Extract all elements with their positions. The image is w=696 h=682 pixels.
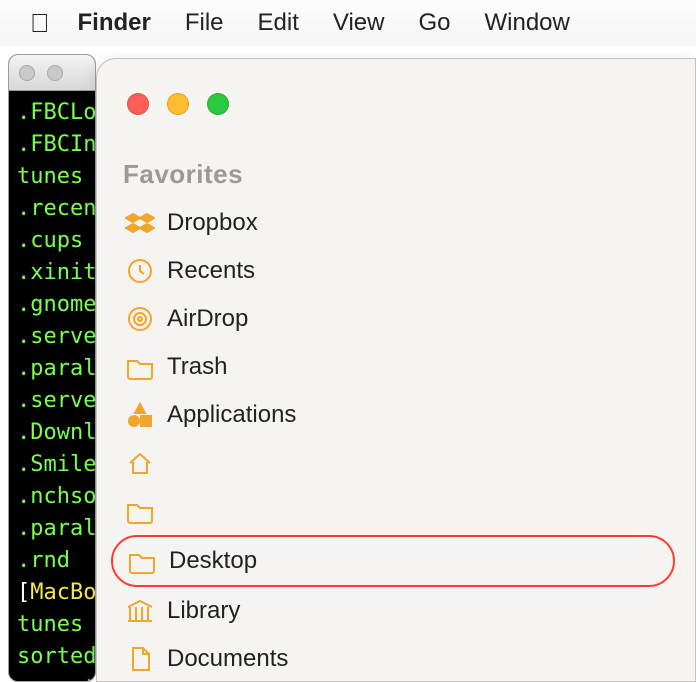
library-icon <box>123 594 157 628</box>
app-menu[interactable]: Finder <box>78 9 151 37</box>
sidebar-item-library[interactable]: Library <box>111 587 675 635</box>
sidebar-item-desktop[interactable]: Desktop <box>111 535 675 587</box>
terminal-line: sorted <box>17 641 87 673</box>
sidebar-item-label: Trash <box>167 353 227 381</box>
document-icon <box>123 642 157 676</box>
sidebar-favorites-list: Dropbox Recents AirDrop Trash Applications De… <box>111 199 675 682</box>
terminal-minimize-button[interactable] <box>47 65 63 81</box>
menu-view[interactable]: View <box>333 9 385 37</box>
terminal-line: .nchso <box>17 481 87 513</box>
terminal-line: .serve <box>17 321 87 353</box>
finder-window: Favorites Dropbox Recents AirDrop Trash Appl… <box>96 58 696 682</box>
sidebar-item-label: Dropbox <box>167 209 258 237</box>
sidebar-item-airdrop[interactable]: AirDrop <box>111 295 675 343</box>
window-zoom-button[interactable] <box>207 93 229 115</box>
terminal-line: tunes <box>17 161 87 193</box>
terminal-titlebar <box>9 55 95 91</box>
terminal-close-button[interactable] <box>19 65 35 81</box>
clock-icon <box>123 254 157 288</box>
airdrop-icon <box>123 302 157 336</box>
sidebar-item-unnamed[interactable] <box>111 439 675 487</box>
folder-icon <box>125 544 159 578</box>
window-controls <box>127 93 229 115</box>
terminal-line: .paral <box>17 513 87 545</box>
apple-menu-icon[interactable]:  <box>30 8 50 39</box>
sidebar-item-unnamed[interactable] <box>111 487 675 535</box>
sidebar-item-label: Documents <box>167 645 288 673</box>
sidebar-item-recents[interactable]: Recents <box>111 247 675 295</box>
terminal-line: .recen <box>17 193 87 225</box>
sidebar-item-documents[interactable]: Documents <box>111 635 675 682</box>
sidebar-section-favorites: Favorites <box>123 159 243 190</box>
terminal-line: .rnd <box>17 545 87 577</box>
sidebar-item-label: Library <box>167 597 240 625</box>
terminal-line: .FBCIn <box>17 129 87 161</box>
menu-go[interactable]: Go <box>418 9 450 37</box>
terminal-line: .serve <box>17 385 87 417</box>
dropbox-icon <box>123 206 157 240</box>
terminal-line: new st <box>17 673 87 682</box>
sidebar-item-trash[interactable]: Trash <box>111 343 675 391</box>
terminal-line: .Smile <box>17 449 87 481</box>
terminal-line: .cups <box>17 225 87 257</box>
menu-bar:  Finder File Edit View Go Window <box>0 0 696 46</box>
window-close-button[interactable] <box>127 93 149 115</box>
menu-edit[interactable]: Edit <box>258 9 299 37</box>
terminal-line: .FBCLo <box>17 97 87 129</box>
terminal-output: .FBCLo.FBCIntunes.recen.cups.xinit.gnome… <box>9 91 95 682</box>
terminal-line: .paral <box>17 353 87 385</box>
terminal-line: .gnome <box>17 289 87 321</box>
apps-icon <box>123 398 157 432</box>
folder-icon <box>123 350 157 384</box>
terminal-line: [MacBoo <box>17 577 87 609</box>
folder-icon <box>123 494 157 528</box>
sidebar-item-applications[interactable]: Applications <box>111 391 675 439</box>
terminal-line: .Downl <box>17 417 87 449</box>
sidebar-item-dropbox[interactable]: Dropbox <box>111 199 675 247</box>
sidebar-item-label: Desktop <box>169 547 257 575</box>
terminal-line: tunes <box>17 609 87 641</box>
sidebar-item-label: AirDrop <box>167 305 248 333</box>
sidebar-item-label: Recents <box>167 257 255 285</box>
terminal-line: .xinit <box>17 257 87 289</box>
menu-file[interactable]: File <box>185 9 224 37</box>
terminal-window: .FBCLo.FBCIntunes.recen.cups.xinit.gnome… <box>8 54 96 682</box>
home-icon <box>123 446 157 480</box>
menu-window[interactable]: Window <box>484 9 569 37</box>
window-minimize-button[interactable] <box>167 93 189 115</box>
sidebar-item-label: Applications <box>167 401 296 429</box>
